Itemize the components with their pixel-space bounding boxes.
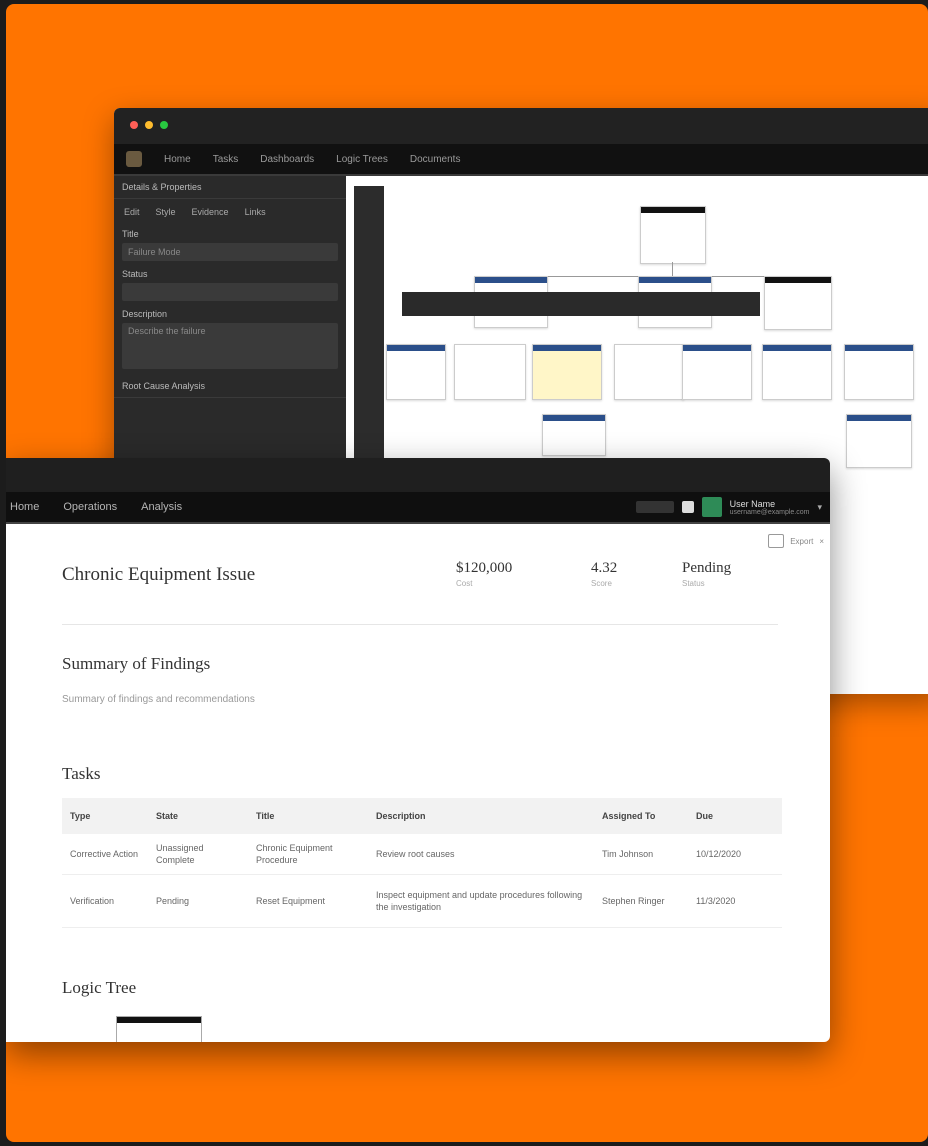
export-button[interactable]: Export — [790, 537, 813, 546]
description-field[interactable]: Describe the failure — [122, 323, 338, 369]
tasks-heading: Tasks — [62, 764, 101, 783]
metric-cost: $120,000 Cost — [456, 560, 513, 588]
sidebar-section-title: Root Cause Analysis — [114, 375, 346, 398]
tab-links[interactable]: Links — [245, 207, 266, 217]
table-cell: Inspect equipment and update procedures … — [368, 874, 594, 928]
node-toolbar[interactable] — [402, 292, 760, 316]
front-top-nav: Home Operations Analysis User Name usern… — [6, 492, 830, 524]
nav-item-logic-trees[interactable]: Logic Trees — [336, 154, 388, 165]
tree-node[interactable] — [844, 344, 914, 400]
tree-node[interactable] — [386, 344, 446, 400]
table-cell: Unassigned Complete — [148, 834, 248, 875]
metric-status: Pending Status — [682, 560, 732, 588]
help-icon[interactable] — [681, 501, 694, 513]
field-label: Title — [122, 229, 139, 239]
nav-item-home[interactable]: Home — [164, 154, 191, 165]
tree-node[interactable] — [682, 344, 752, 400]
field-label: Status — [122, 269, 148, 279]
nav-item-documents[interactable]: Documents — [410, 154, 461, 165]
status-field[interactable] — [122, 283, 338, 301]
tree-node[interactable] — [846, 414, 912, 468]
tree-node-highlighted[interactable] — [532, 344, 602, 400]
section-divider — [62, 624, 778, 625]
export-icon[interactable] — [768, 534, 785, 548]
tree-node[interactable] — [614, 344, 684, 400]
orange-backdrop: Home Tasks Dashboards Logic Trees Docume… — [6, 4, 928, 1142]
nav-item-analysis[interactable]: Analysis — [141, 501, 182, 513]
user-email: username@example.com — [729, 508, 810, 516]
nav-item-dashboards[interactable]: Dashboards — [260, 154, 314, 165]
report-content: Export × Chronic Equipment Issue $120,00… — [6, 524, 830, 1042]
logic-tree-heading: Logic Tree — [62, 978, 137, 997]
tree-node[interactable] — [542, 414, 606, 456]
close-icon[interactable]: × — [819, 537, 824, 546]
tree-node[interactable] — [762, 344, 832, 400]
table-cell: Stephen Ringer — [594, 874, 688, 928]
tab-edit[interactable]: Edit — [124, 207, 140, 217]
back-window-titlebar — [114, 108, 928, 144]
minimize-window-dot[interactable] — [145, 121, 153, 129]
avatar[interactable] — [701, 497, 722, 517]
table-cell: 10/12/2020 — [688, 834, 782, 875]
tab-style[interactable]: Style — [156, 207, 176, 217]
sidebar-header: Details & Properties — [114, 176, 346, 199]
table-row[interactable]: Verification Pending Reset Equipment Ins… — [62, 874, 782, 928]
column-header[interactable]: Description — [368, 798, 594, 834]
tasks-table: Type State Title Description Assigned To… — [62, 798, 782, 928]
maximize-window-dot[interactable] — [160, 121, 168, 129]
field-label: Description — [122, 309, 168, 319]
table-cell: Tim Johnson — [594, 834, 688, 875]
column-header[interactable]: Type — [62, 798, 148, 834]
chevron-down-icon[interactable]: ▾ — [817, 502, 822, 513]
nav-item-home[interactable]: Home — [10, 501, 39, 513]
summary-heading: Summary of Findings — [62, 654, 211, 673]
nav-item-operations[interactable]: Operations — [63, 501, 117, 513]
logic-tree-root-node[interactable] — [116, 1016, 202, 1042]
column-header[interactable]: State — [148, 798, 248, 834]
table-cell: Reset Equipment — [248, 874, 368, 928]
tree-node[interactable] — [640, 206, 706, 264]
table-cell: Corrective Action — [62, 834, 148, 875]
tree-node[interactable] — [764, 276, 832, 330]
table-cell: Pending — [148, 874, 248, 928]
table-header-row: Type State Title Description Assigned To… — [62, 798, 782, 834]
column-header[interactable]: Assigned To — [594, 798, 688, 834]
tab-evidence[interactable]: Evidence — [192, 207, 229, 217]
table-row[interactable]: Corrective Action Unassigned Complete Ch… — [62, 834, 782, 875]
app-logo-icon[interactable] — [126, 151, 142, 167]
title-field[interactable]: Failure Mode — [122, 243, 338, 261]
close-window-dot[interactable] — [130, 121, 138, 129]
table-cell: Verification — [62, 874, 148, 928]
page-title: Chronic Equipment Issue — [62, 564, 256, 585]
table-cell: 11/3/2020 — [688, 874, 782, 928]
front-app-window: Home Operations Analysis User Name usern… — [6, 458, 830, 1042]
notifications-chip[interactable] — [635, 501, 674, 513]
back-top-nav: Home Tasks Dashboards Logic Trees Docume… — [114, 144, 928, 176]
metric-score: 4.32 Score — [591, 560, 618, 588]
table-cell: Chronic Equipment Procedure — [248, 834, 368, 875]
table-cell: Review root causes — [368, 834, 594, 875]
user-name[interactable]: User Name — [730, 499, 810, 509]
nav-item-tasks[interactable]: Tasks — [213, 154, 239, 165]
front-window-titlebar — [6, 458, 830, 492]
column-header[interactable]: Title — [248, 798, 368, 834]
tree-node[interactable] — [454, 344, 526, 400]
summary-text: Summary of findings and recommendations — [62, 694, 255, 705]
column-header[interactable]: Due — [688, 798, 782, 834]
